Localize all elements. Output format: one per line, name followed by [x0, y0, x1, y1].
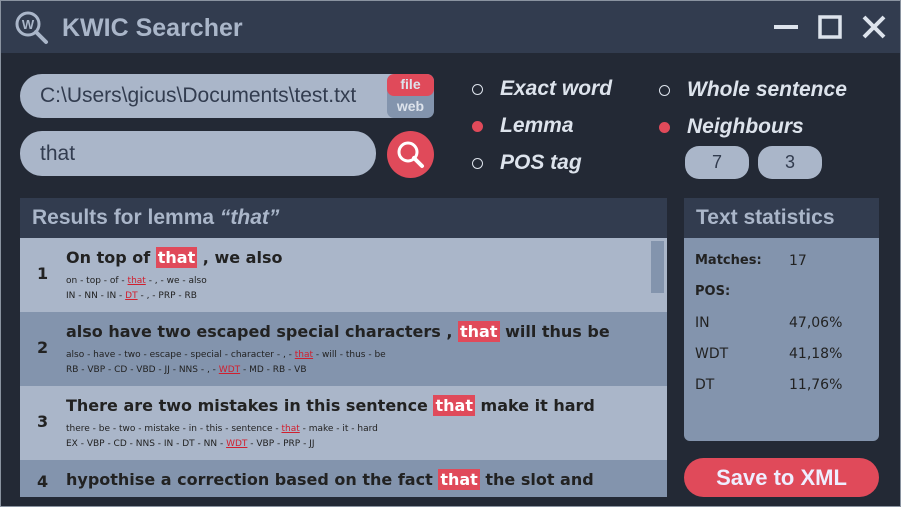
- row-number: 3: [37, 412, 49, 431]
- search-icon: [397, 141, 424, 168]
- keyword-highlight: that: [155, 247, 198, 268]
- pos-text: - , - PRP - RB: [137, 291, 197, 301]
- pos-pct: 11,76%: [789, 377, 843, 393]
- row-number: 4: [37, 472, 49, 491]
- source-file-button[interactable]: file: [387, 74, 434, 96]
- context-left: hypothise a correction based on the fact: [66, 470, 439, 489]
- pos-keyword: DT: [125, 291, 138, 301]
- matches-label: Matches:: [695, 253, 762, 268]
- row-sentence: also have two escaped special characters…: [66, 321, 610, 342]
- lemma-keyword: that: [294, 350, 314, 360]
- matches-value: 17: [789, 253, 807, 269]
- keyword-highlight: that: [458, 321, 500, 342]
- lemma-text: - , - we - also: [145, 276, 207, 286]
- radio-icon: [472, 83, 483, 95]
- close-icon[interactable]: [860, 13, 888, 41]
- lemma-keyword: that: [281, 424, 300, 434]
- svg-text:W: W: [22, 17, 35, 32]
- row-sentence: hypothise a correction based on the fact…: [66, 469, 594, 490]
- option-label: POS tag: [500, 151, 582, 174]
- option-whole-sentence[interactable]: Whole sentence: [659, 78, 847, 102]
- context-left: There are two mistakes in this sentence: [66, 396, 434, 415]
- context-left: also have two escaped special characters…: [66, 322, 459, 341]
- neighbours-left-input[interactable]: 7: [685, 146, 749, 179]
- keyword-highlight: that: [433, 395, 475, 416]
- option-label: Lemma: [500, 114, 574, 137]
- option-lemma[interactable]: Lemma: [472, 114, 574, 138]
- pos-text: IN - NN - IN -: [66, 291, 126, 301]
- option-pos-tag[interactable]: POS tag: [472, 151, 582, 175]
- option-neighbours[interactable]: Neighbours: [659, 115, 804, 139]
- lemma-text: there - be - two - mistake - in - this -…: [66, 424, 282, 434]
- context-right: , we also: [197, 248, 283, 267]
- row-number: 1: [37, 264, 49, 283]
- option-exact-word[interactable]: Exact word: [472, 77, 612, 101]
- radio-selected-icon: [472, 120, 483, 132]
- stats-header: Text statistics: [684, 198, 879, 238]
- result-row[interactable]: 3 There are two mistakes in this sentenc…: [20, 386, 667, 460]
- lemma-text: - will - thus - be: [313, 350, 386, 360]
- source-path-input[interactable]: C:\Users\gicus\Documents\test.txt: [20, 74, 420, 118]
- result-row[interactable]: 1 On top of that , we also on - top - of …: [20, 238, 667, 312]
- pos-text: RB - VBP - CD - VBD - JJ - NNS - , -: [66, 365, 219, 375]
- radio-icon: [472, 157, 483, 169]
- row-lemmas: there - be - two - mistake - in - this -…: [66, 424, 378, 434]
- result-row[interactable]: 4 hypothise a correction based on the fa…: [20, 460, 667, 497]
- radio-icon: [659, 84, 670, 96]
- row-number: 2: [37, 338, 49, 357]
- lemma-text: - make - it - hard: [299, 424, 378, 434]
- lemma-keyword: that: [127, 276, 146, 286]
- pos-keyword: WDT: [226, 439, 248, 449]
- result-row[interactable]: 2 also have two escaped special characte…: [20, 312, 667, 386]
- pos-tag: DT: [695, 377, 715, 393]
- stats-panel: Matches: 17 POS: IN 47,06% WDT 41,18% DT…: [684, 238, 879, 441]
- pos-pct: 41,18%: [789, 346, 843, 362]
- pos-pct: 47,06%: [789, 315, 843, 331]
- save-xml-button[interactable]: Save to XML: [684, 458, 879, 497]
- results-title: Results for lemma: [32, 206, 220, 229]
- pos-tag: WDT: [695, 346, 729, 362]
- pos-text: - MD - RB - VB: [240, 365, 307, 375]
- neighbours-right-input[interactable]: 3: [758, 146, 822, 179]
- lemma-text: also - have - two - escape - special - c…: [66, 350, 295, 360]
- lemma-text: on - top - of -: [66, 276, 128, 286]
- query-input[interactable]: that: [20, 131, 376, 176]
- source-web-button[interactable]: web: [387, 96, 434, 118]
- context-left: On top of: [66, 248, 156, 267]
- search-button[interactable]: [387, 131, 434, 178]
- row-pos: IN - NN - IN - DT - , - PRP - RB: [66, 291, 197, 301]
- row-sentence: There are two mistakes in this sentence …: [66, 395, 595, 416]
- pos-text: EX - VBP - CD - NNS - IN - DT - NN -: [66, 439, 227, 449]
- row-pos: EX - VBP - CD - NNS - IN - DT - NN - WDT…: [66, 439, 315, 449]
- context-right: will thus be: [499, 322, 610, 341]
- keyword-highlight: that: [438, 469, 480, 490]
- option-label: Whole sentence: [687, 78, 847, 101]
- app-logo-icon: W: [15, 11, 48, 44]
- results-query: “that”: [219, 206, 280, 229]
- option-label: Exact word: [500, 77, 613, 100]
- row-pos: RB - VBP - CD - VBD - JJ - NNS - , - WDT…: [66, 365, 307, 375]
- pos-tag: IN: [695, 315, 710, 331]
- row-lemmas: on - top - of - that - , - we - also: [66, 276, 207, 286]
- results-scrollbar[interactable]: [651, 241, 664, 293]
- results-list: 1 On top of that , we also on - top - of …: [20, 238, 667, 497]
- title-bar: W KWIC Searcher: [1, 1, 900, 53]
- pos-text: - VBP - PRP - JJ: [247, 439, 315, 449]
- source-toggle: file web: [387, 74, 434, 118]
- context-right: make it hard: [474, 396, 595, 415]
- context-right: the slot and: [479, 470, 594, 489]
- row-lemmas: also - have - two - escape - special - c…: [66, 350, 386, 360]
- maximize-icon[interactable]: [816, 13, 844, 41]
- app-title: KWIC Searcher: [62, 14, 243, 42]
- minimize-icon[interactable]: [772, 13, 800, 41]
- radio-selected-icon: [659, 121, 670, 133]
- row-sentence: On top of that , we also: [66, 247, 283, 268]
- pos-keyword: WDT: [218, 365, 241, 375]
- results-header: Results for lemma “that”: [20, 198, 667, 238]
- pos-label: POS:: [695, 284, 731, 299]
- option-label: Neighbours: [687, 115, 804, 138]
